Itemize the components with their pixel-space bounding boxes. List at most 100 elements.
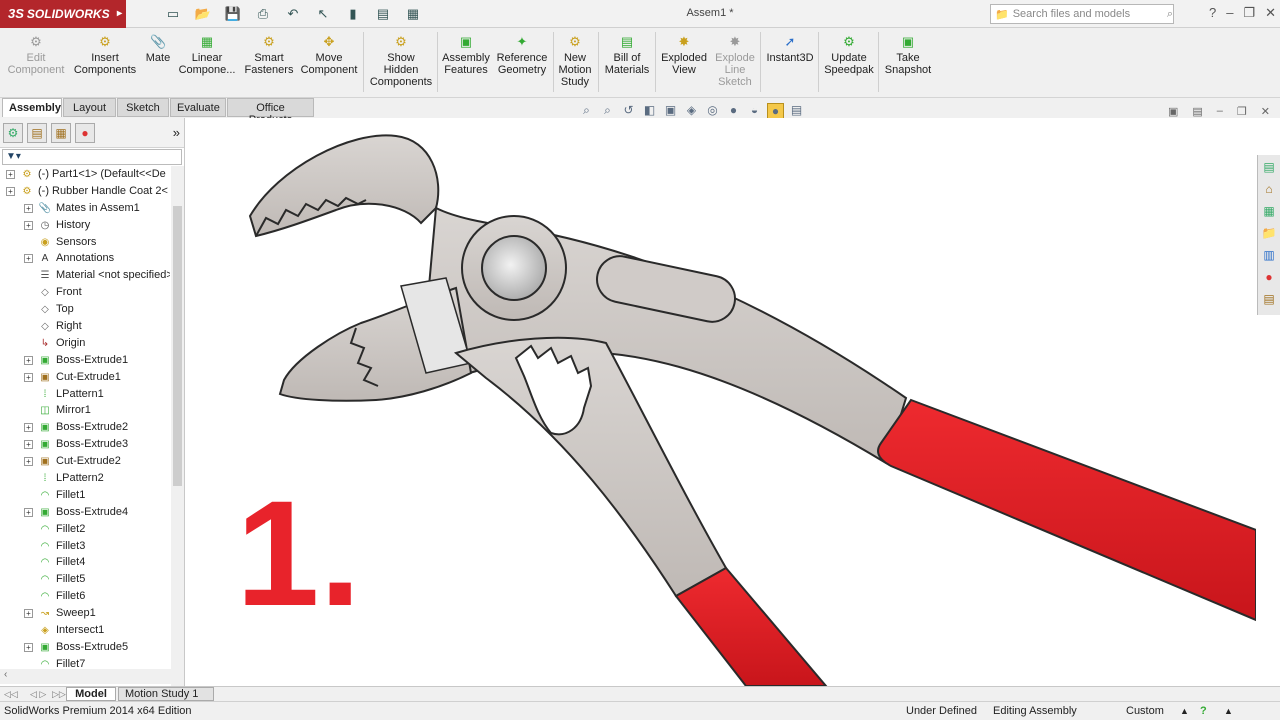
minimize-icon[interactable]: – [1226, 5, 1233, 21]
select-arrow-icon[interactable]: ↖ [310, 4, 336, 24]
tree-item[interactable]: ◫ Mirror1 [0, 402, 170, 419]
print-icon[interactable]: ⎙ [250, 4, 276, 24]
exploded-view-button[interactable]: ✸ Exploded View [658, 34, 710, 76]
expand-toggle-icon[interactable]: + [24, 203, 33, 213]
help-status-icon[interactable]: ? [1200, 702, 1207, 720]
menu-arrow-icon[interactable]: ▸ [117, 0, 122, 28]
viewport-close-icon[interactable]: ✕ [1261, 105, 1270, 118]
units-dropdown-icon[interactable]: ▲ [1180, 702, 1189, 720]
tree-item[interactable]: + ▣ Cut-Extrude2 [0, 453, 170, 470]
instant3d-button[interactable]: ➚ Instant3D [764, 34, 816, 64]
viewport-minimize-icon[interactable]: – [1217, 105, 1223, 118]
zoom-to-fit-icon[interactable]: ⌕ [578, 103, 595, 119]
tree-item[interactable]: + A Annotations [0, 250, 170, 267]
linear-component-pattern-button[interactable]: ▦ Linear Compone... [178, 34, 236, 76]
tree-item[interactable]: + ⚙ (-) Part1<1> (Default<<De [0, 166, 170, 183]
tab-sketch[interactable]: Sketch [117, 98, 169, 117]
close-icon[interactable]: ✕ [1265, 5, 1276, 21]
configuration-manager-tab-icon[interactable]: ▦ [51, 122, 71, 143]
rebuild-icon[interactable]: ▮ [340, 4, 366, 24]
reference-geometry-button[interactable]: ✦ Reference Geometry [494, 34, 550, 76]
tree-item[interactable]: ⁞ LPattern1 [0, 386, 170, 403]
tree-item[interactable]: ◠ Fillet2 [0, 521, 170, 538]
viewport-split-icon[interactable]: ▤ [1192, 105, 1202, 118]
tree-item[interactable]: ◠ Fillet7 [0, 656, 170, 670]
tree-item[interactable]: + ◷ History [0, 217, 170, 234]
take-snapshot-button[interactable]: ▣ Take Snapshot [882, 34, 934, 76]
mate-button[interactable]: 📎 Mate [142, 34, 174, 64]
edit-component-button[interactable]: ⚙ Edit Component [6, 34, 66, 76]
appearances-icon[interactable]: ▥ [1259, 245, 1279, 265]
assembly-features-button[interactable]: ▣ Assembly Features [440, 34, 492, 76]
expand-toggle-icon[interactable]: + [6, 170, 15, 179]
scrollbar-thumb[interactable] [173, 206, 182, 486]
tab-evaluate[interactable]: Evaluate [170, 98, 226, 117]
expand-toggle-icon[interactable]: + [24, 457, 33, 467]
view-settings-icon[interactable]: ▤ [788, 103, 805, 119]
zoom-to-area-icon[interactable]: ⌕ [599, 103, 616, 119]
tree-item[interactable]: + ⚙ (-) Rubber Handle Coat 2< [0, 183, 170, 200]
expand-toggle-icon[interactable]: + [24, 440, 33, 450]
display-manager-tab-icon[interactable]: ● [75, 122, 95, 143]
new-motion-study-button[interactable]: ⚙ New Motion Study [555, 34, 595, 88]
tab-office-products[interactable]: Office Products [227, 98, 314, 126]
tree-item[interactable]: ◠ Fillet3 [0, 538, 170, 555]
tree-item[interactable]: ◇ Top [0, 301, 170, 318]
tree-horizontal-scrollbar[interactable]: ‹ [0, 669, 184, 684]
tree-item[interactable]: ◇ Right [0, 318, 170, 335]
forum-icon[interactable]: ▤ [1259, 289, 1279, 309]
tree-item[interactable]: + ▣ Boss-Extrude1 [0, 352, 170, 369]
explode-line-sketch-button[interactable]: ✸ Explode Line Sketch [712, 34, 758, 88]
tree-vertical-scrollbar[interactable] [171, 166, 184, 686]
tree-item[interactable]: + 📎 Mates in Assem1 [0, 200, 170, 217]
previous-view-icon[interactable]: ↺ [620, 103, 637, 119]
feature-tree-filter[interactable]: ▼▾ [2, 149, 182, 165]
tab-assembly[interactable]: Assembly [2, 98, 62, 117]
tree-item[interactable]: ◈ Intersect1 [0, 622, 170, 639]
property-manager-tab-icon[interactable]: ▤ [27, 122, 47, 143]
options-icon[interactable]: ▦ [400, 4, 426, 24]
help-icon[interactable]: ? [1209, 5, 1216, 21]
bill-of-materials-button[interactable]: ▤ Bill of Materials [602, 34, 652, 76]
show-hidden-components-button[interactable]: ⚙ Show Hidden Components [368, 34, 434, 88]
tree-item[interactable]: + ▣ Boss-Extrude5 [0, 639, 170, 656]
restore-icon[interactable]: ❐ [1243, 5, 1255, 21]
prev-tab-icon[interactable]: ◁ ▷ [30, 689, 46, 700]
realview-icon[interactable]: ● [767, 103, 784, 119]
custom-properties-icon[interactable]: ● [1259, 267, 1279, 287]
expand-tabs-icon[interactable]: » [173, 125, 180, 140]
section-view-icon[interactable]: ◧ [641, 103, 658, 119]
viewport-tile-icon[interactable]: ▣ [1168, 105, 1178, 118]
tree-item[interactable]: + ▣ Boss-Extrude3 [0, 436, 170, 453]
expand-toggle-icon[interactable]: + [24, 254, 33, 264]
last-tab-icon[interactable]: ▷▷ [52, 689, 66, 700]
undo-icon[interactable]: ↶ [280, 4, 306, 24]
tree-item[interactable]: ◠ Fillet4 [0, 554, 170, 571]
units-status[interactable]: Custom [1126, 702, 1164, 720]
edit-appearance-icon[interactable]: ● [725, 103, 742, 119]
open-folder-icon[interactable]: 📂 [190, 4, 216, 24]
update-speedpak-button[interactable]: ⚙ Update Speedpak [822, 34, 876, 76]
file-properties-icon[interactable]: ▤ [370, 4, 396, 24]
feature-manager-tab-icon[interactable]: ⚙ [3, 122, 23, 143]
expand-toggle-icon[interactable]: + [24, 220, 33, 230]
expand-toggle-icon[interactable]: + [24, 609, 33, 619]
smart-fasteners-button[interactable]: ⚙ Smart Fasteners [242, 34, 296, 76]
apply-scene-icon[interactable]: ◒ [746, 103, 763, 119]
move-component-button[interactable]: ✥ Move Component [300, 34, 358, 76]
tree-item[interactable]: ◇ Front [0, 284, 170, 301]
search-box[interactable]: 📁 Search files and models ⌕ [990, 4, 1174, 24]
file-explorer-icon[interactable]: ▦ [1259, 201, 1279, 221]
insert-components-button[interactable]: ⚙ Insert Components [72, 34, 138, 76]
status-arrow-icon[interactable]: ▲ [1224, 702, 1233, 720]
expand-toggle-icon[interactable]: + [24, 372, 33, 382]
expand-toggle-icon[interactable]: + [24, 355, 33, 365]
first-tab-icon[interactable]: ◁◁ [4, 689, 18, 700]
graphics-area[interactable]: 1. [186, 118, 1256, 686]
tree-item[interactable]: ◉ Sensors [0, 234, 170, 251]
tree-item[interactable]: + ▣ Boss-Extrude2 [0, 419, 170, 436]
tree-item[interactable]: + ↝ Sweep1 [0, 605, 170, 622]
expand-toggle-icon[interactable]: + [24, 507, 33, 517]
tree-item[interactable]: ◠ Fillet6 [0, 588, 170, 605]
design-library-icon[interactable]: ⌂ [1259, 179, 1279, 199]
